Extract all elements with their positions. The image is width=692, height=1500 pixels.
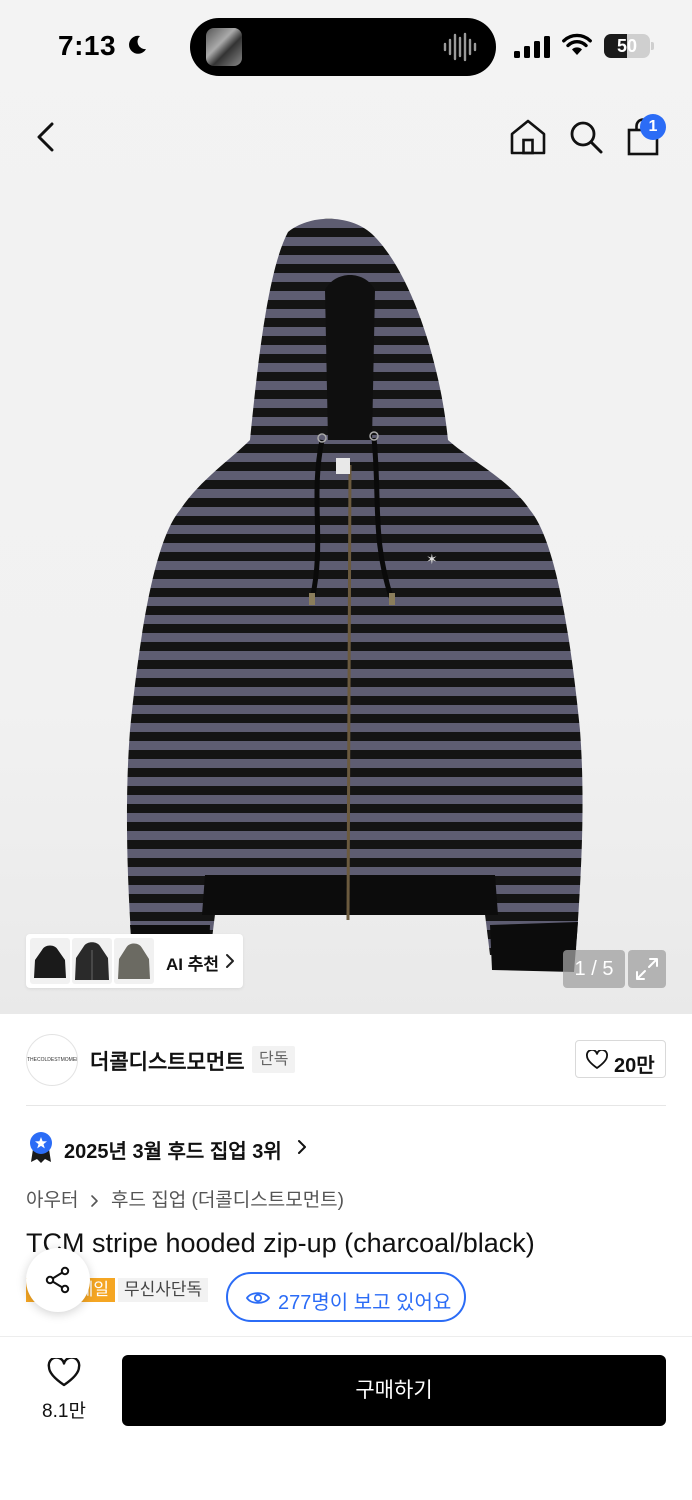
- share-button[interactable]: [26, 1248, 90, 1312]
- breadcrumb-subcategory[interactable]: 후드 집업 (더콜디스트모먼트): [111, 1190, 344, 1211]
- audio-wave-icon: [443, 32, 477, 62]
- brand-like-button[interactable]: 20만: [575, 1040, 666, 1078]
- recommend-thumb[interactable]: [72, 938, 112, 984]
- status-bar: 7:13 50: [0, 0, 692, 96]
- back-icon[interactable]: [28, 116, 68, 160]
- heart-icon[interactable]: [47, 1358, 81, 1388]
- status-time: 7:13: [58, 30, 117, 61]
- product-title: TCM stripe hooded zip-up (charcoal/black…: [26, 1228, 535, 1258]
- rank-badge-icon: [30, 1132, 52, 1163]
- home-icon[interactable]: [508, 116, 548, 158]
- share-icon: [45, 1266, 70, 1294]
- exclusive-tag: 단독: [252, 1046, 296, 1073]
- now-playing-artwork: [206, 28, 242, 66]
- brand-like-count: 20만: [614, 1055, 655, 1077]
- recommend-thumb[interactable]: [114, 938, 154, 984]
- signal-icon: [514, 36, 550, 58]
- divider: [26, 1105, 666, 1106]
- product-image[interactable]: ✶: [110, 210, 590, 980]
- breadcrumb-category[interactable]: 아우터: [26, 1190, 78, 1211]
- brand-logo-text: THECOLDESTMOMENT: [27, 1057, 78, 1063]
- wifi-icon: [562, 33, 592, 55]
- product-gallery[interactable]: 7:13 50 1 ✶ AI 추천 1 / 5: [0, 0, 692, 1014]
- brand-logo[interactable]: THECOLDESTMOMENT: [26, 1034, 78, 1086]
- expand-icon: [636, 958, 658, 980]
- ranking-link[interactable]: 2025년 3월 후드 집업 3위: [64, 1135, 282, 1164]
- expand-button[interactable]: [628, 950, 666, 988]
- dynamic-island[interactable]: [190, 18, 496, 76]
- viewers-pill: 277명이 보고 있어요: [226, 1272, 466, 1322]
- search-icon[interactable]: [566, 116, 606, 158]
- image-page-counter: 1 / 5: [563, 950, 625, 988]
- chevron-right-icon: [226, 954, 234, 968]
- brand-name[interactable]: 더콜디스트모먼트: [90, 1046, 245, 1076]
- moon-icon: [129, 35, 146, 54]
- heart-icon: [586, 1050, 608, 1069]
- battery-percent: 50: [616, 36, 638, 56]
- musinsa-exclusive-badge: 무신사단독: [118, 1278, 209, 1302]
- chevron-right-icon: [90, 1195, 98, 1207]
- cart-count-badge: 1: [640, 114, 666, 140]
- ai-recommend-label: AI 추천: [166, 955, 220, 974]
- wish-count: 8.1만: [42, 1401, 86, 1422]
- chevron-right-icon[interactable]: [297, 1138, 307, 1156]
- ai-recommend-strip[interactable]: AI 추천: [26, 934, 243, 988]
- svg-text:✶: ✶: [426, 552, 438, 568]
- eye-icon: [246, 1292, 270, 1304]
- battery-icon: 50: [604, 34, 654, 58]
- buy-button[interactable]: 구매하기: [122, 1355, 666, 1426]
- breadcrumb: 아우터 후드 집업 (더콜디스트모먼트): [26, 1185, 344, 1212]
- recommend-thumb[interactable]: [30, 938, 70, 984]
- viewers-text: 277명이 보고 있어요: [278, 1292, 452, 1314]
